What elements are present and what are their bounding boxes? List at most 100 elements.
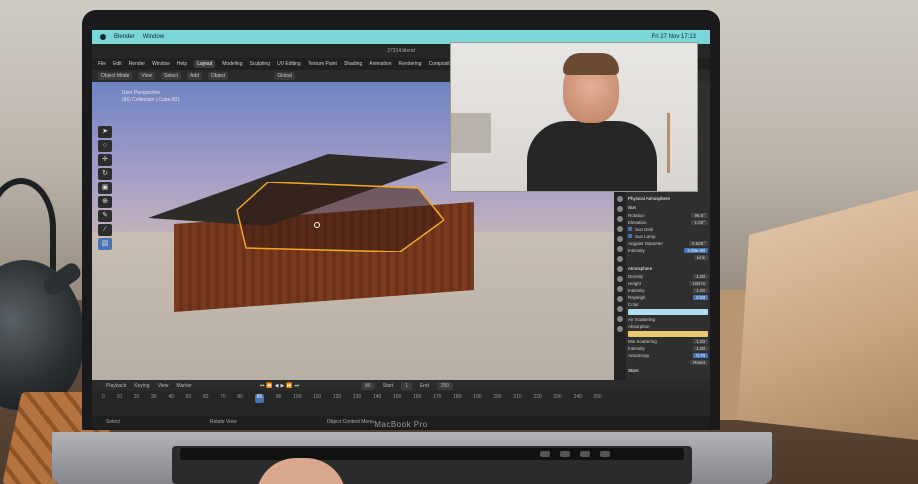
field-height[interactable]: Height 100 m bbox=[628, 280, 708, 287]
link-button[interactable]: Link bbox=[693, 255, 708, 260]
select-box-icon[interactable]: ○ bbox=[98, 140, 112, 152]
field-value[interactable]: 1.00 bbox=[693, 288, 708, 293]
field-air-scattering[interactable]: Air Scattering bbox=[628, 316, 708, 323]
view-layer-tab-icon[interactable] bbox=[617, 226, 623, 232]
reset-row[interactable]: Reset bbox=[628, 359, 708, 366]
playhead-frame-indicator[interactable]: 86 bbox=[254, 394, 265, 403]
field-mie-intensity[interactable]: Intensity 1.00 bbox=[628, 345, 708, 352]
physics-tab-icon[interactable] bbox=[617, 286, 623, 292]
tab-uv-editing[interactable]: UV Editing bbox=[277, 61, 301, 67]
frame-ruler[interactable]: 0 10 20 30 40 50 60 70 80 86 90 100 110 120 130 140 150 1… bbox=[102, 394, 602, 403]
add-cube-tool-icon[interactable]: ▧ bbox=[98, 238, 112, 250]
field-angular-diameter[interactable]: Angular Diameter 0.526° bbox=[628, 240, 708, 247]
field-anisotropy[interactable]: Anisotropy 0.70 bbox=[628, 352, 708, 359]
menu-file[interactable]: File bbox=[98, 61, 106, 67]
measure-tool-icon[interactable]: ∕ bbox=[98, 224, 112, 236]
checkbox-sun-lamp[interactable]: Sun Lamp bbox=[628, 233, 708, 240]
field-value[interactable]: 0.526° bbox=[688, 241, 708, 246]
menu-help[interactable]: Help bbox=[177, 61, 187, 67]
field-value[interactable]: 1.00° bbox=[691, 220, 708, 225]
tab-texture-paint[interactable]: Texture Paint bbox=[308, 61, 337, 67]
field-rayleigh[interactable]: Rayleigh 0.50 bbox=[628, 294, 708, 301]
annotate-tool-icon[interactable]: ✎ bbox=[98, 210, 112, 222]
end-frame-field[interactable]: 250 bbox=[436, 381, 454, 390]
field-value[interactable]: 1.00 bbox=[693, 346, 708, 351]
menubar-clock[interactable]: Fri 27 Nov 17:13 bbox=[652, 34, 696, 40]
tool-tab-icon[interactable] bbox=[617, 196, 623, 202]
touchbar-brightness-icon[interactable] bbox=[540, 451, 550, 457]
tab-sculpting[interactable]: Sculpting bbox=[250, 61, 271, 67]
cursor-tool-icon[interactable]: ➤ bbox=[98, 126, 112, 138]
field-value[interactable]: 1.00 bbox=[693, 339, 708, 344]
field-value[interactable]: 1.00 bbox=[693, 274, 708, 279]
rotate-tool-icon[interactable]: ↻ bbox=[98, 168, 112, 180]
field-absorption[interactable]: Absorption bbox=[628, 323, 708, 330]
playback-controls-icon[interactable]: ⏮⏪◀▶⏩⏭ bbox=[260, 383, 301, 389]
section-stars[interactable]: Stars bbox=[628, 366, 708, 375]
object-menu[interactable]: Object bbox=[207, 72, 229, 80]
section-atmosphere[interactable]: Atmosphere bbox=[628, 264, 708, 273]
touchbar-siri-icon[interactable] bbox=[600, 451, 610, 457]
start-frame-field[interactable]: 1 bbox=[401, 381, 412, 390]
world-tab-icon[interactable] bbox=[617, 246, 623, 252]
touchbar-volume-icon[interactable] bbox=[560, 451, 570, 457]
field-color[interactable]: Color bbox=[628, 301, 708, 308]
field-value[interactable]: 0.50 bbox=[693, 295, 708, 300]
data-tab-icon[interactable] bbox=[617, 306, 623, 312]
tab-shading[interactable]: Shading bbox=[344, 61, 362, 67]
field-sun-intensity[interactable]: Intensity 3.00e-00 bbox=[628, 247, 708, 254]
field-value[interactable]: 0.70 bbox=[693, 353, 708, 358]
field-elevation[interactable]: Elevation 1.00° bbox=[628, 219, 708, 226]
marker-menu[interactable]: Marker bbox=[176, 383, 192, 389]
apple-icon[interactable] bbox=[100, 34, 106, 40]
view-menu[interactable]: View bbox=[138, 72, 156, 80]
menu-edit[interactable]: Edit bbox=[113, 61, 122, 67]
select-menu[interactable]: Select bbox=[161, 72, 182, 80]
keying-menu[interactable]: Keying bbox=[134, 383, 149, 389]
output-tab-icon[interactable] bbox=[617, 216, 623, 222]
menubar-item-window[interactable]: Window bbox=[143, 34, 164, 40]
absorption-swatch[interactable] bbox=[628, 331, 708, 337]
subsection-sun[interactable]: Sun bbox=[628, 203, 708, 212]
particles-tab-icon[interactable] bbox=[617, 276, 623, 282]
transform-orientation-dropdown[interactable]: Global bbox=[274, 72, 295, 80]
transform-tool-icon[interactable]: ⊕ bbox=[98, 196, 112, 208]
field-value[interactable]: 100 m bbox=[689, 281, 708, 286]
ruler-tick-label: 170 bbox=[433, 394, 442, 400]
material-tab-icon[interactable] bbox=[617, 316, 623, 322]
field-rotation[interactable]: Rotation 96.5° bbox=[628, 212, 708, 219]
tab-layout[interactable]: Layout bbox=[194, 60, 216, 68]
color-swatch[interactable] bbox=[628, 309, 708, 315]
modifier-tab-icon[interactable] bbox=[617, 266, 623, 272]
scene-tab-icon[interactable] bbox=[617, 236, 623, 242]
playback-menu[interactable]: Playback bbox=[106, 383, 126, 389]
move-tool-icon[interactable]: ✛ bbox=[98, 154, 112, 166]
add-menu[interactable]: Add bbox=[187, 72, 202, 80]
field-mie-scattering[interactable]: Mie Scattering 1.00 bbox=[628, 338, 708, 345]
link-row[interactable]: Link bbox=[628, 254, 708, 261]
ruler-tick-label: 150 bbox=[393, 394, 402, 400]
texture-tab-icon[interactable] bbox=[617, 326, 623, 332]
menu-render[interactable]: Render bbox=[129, 61, 145, 67]
field-atm-intensity[interactable]: Intensity 1.00 bbox=[628, 287, 708, 294]
tab-modeling[interactable]: Modeling bbox=[222, 61, 242, 67]
section-physical-atmosphere[interactable]: Physical Atmosphere bbox=[628, 194, 708, 203]
tab-rendering[interactable]: Rendering bbox=[398, 61, 421, 67]
object-tab-icon[interactable] bbox=[617, 256, 623, 262]
constraints-tab-icon[interactable] bbox=[617, 296, 623, 302]
current-frame-field[interactable]: 86 bbox=[361, 381, 375, 390]
field-value[interactable]: 3.00e-00 bbox=[684, 248, 708, 253]
scale-tool-icon[interactable]: ▣ bbox=[98, 182, 112, 194]
field-density[interactable]: Density 1.00 bbox=[628, 273, 708, 280]
touchbar-mute-icon[interactable] bbox=[580, 451, 590, 457]
menu-window[interactable]: Window bbox=[152, 61, 170, 67]
reset-button[interactable]: Reset bbox=[690, 360, 708, 365]
timeline-view-menu[interactable]: View bbox=[158, 383, 169, 389]
render-tab-icon[interactable] bbox=[617, 206, 623, 212]
menubar-app-name[interactable]: Blender bbox=[114, 34, 135, 40]
field-value[interactable]: 96.5° bbox=[691, 213, 708, 218]
tab-animation[interactable]: Animation bbox=[369, 61, 391, 67]
ruler-tick-label: 230 bbox=[553, 394, 562, 400]
mode-dropdown[interactable]: Object Mode bbox=[98, 72, 133, 80]
checkbox-sun-disk[interactable]: Sun Disk bbox=[628, 226, 708, 233]
